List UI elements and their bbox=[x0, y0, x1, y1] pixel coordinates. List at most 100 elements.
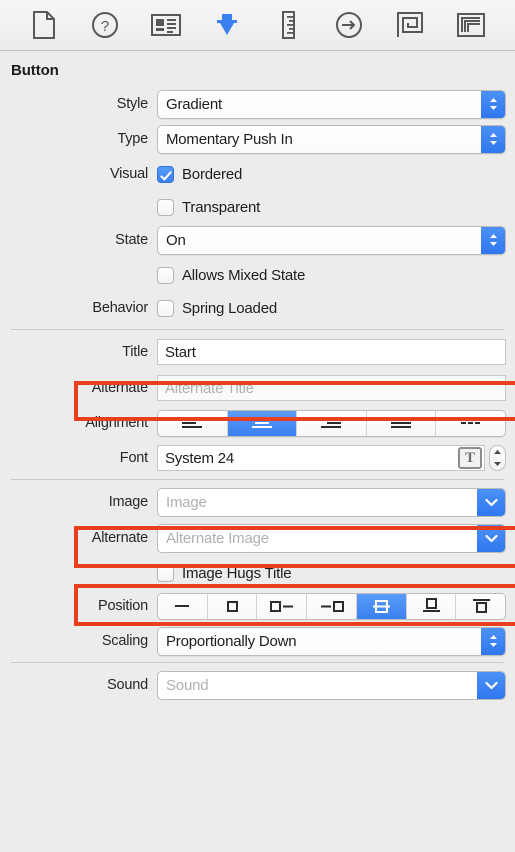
position-label: Position bbox=[98, 598, 148, 614]
chevron-updown-icon bbox=[481, 90, 505, 118]
align-left-icon[interactable] bbox=[158, 410, 227, 436]
row-position: Position bbox=[0, 591, 515, 621]
scaling-label: Scaling bbox=[101, 633, 148, 649]
allows-mixed-state-checkbox[interactable] bbox=[157, 266, 174, 284]
font-panel-glyph: T bbox=[464, 449, 475, 466]
style-value: Gradient bbox=[166, 95, 222, 113]
row-title: Title Start bbox=[0, 337, 515, 367]
sound-label: Sound bbox=[107, 677, 148, 693]
sound-combo-button[interactable]: Sound bbox=[157, 670, 506, 700]
image-hugs-title-checkbox-row[interactable]: Image Hugs Title bbox=[157, 564, 506, 582]
visual-label-spacer: . bbox=[0, 199, 157, 215]
sound-placeholder: Sound bbox=[166, 676, 209, 694]
position-segmented-control[interactable] bbox=[157, 592, 506, 620]
row-alignment: Alignment bbox=[0, 408, 515, 438]
position-image-right-icon[interactable] bbox=[306, 593, 356, 619]
row-style: Style Gradient bbox=[0, 89, 515, 119]
image-combo-button[interactable]: Image bbox=[157, 487, 506, 517]
position-title-only-icon[interactable] bbox=[158, 593, 207, 619]
position-image-left-icon[interactable] bbox=[256, 593, 307, 619]
spring-loaded-checkbox-row[interactable]: Spring Loaded bbox=[157, 299, 506, 317]
alternate-image-placeholder: Alternate Image bbox=[166, 529, 269, 547]
behavior-label: Behavior bbox=[92, 300, 148, 316]
image-placeholder: Image bbox=[166, 493, 207, 511]
state-popup-button[interactable]: On bbox=[157, 225, 506, 255]
align-natural-icon[interactable] bbox=[435, 410, 505, 436]
spring-loaded-label: Spring Loaded bbox=[182, 299, 277, 317]
file-inspector-icon[interactable] bbox=[24, 8, 64, 42]
quick-help-inspector-icon[interactable]: ? bbox=[85, 8, 125, 42]
font-panel-icon[interactable]: T bbox=[458, 447, 482, 469]
position-image-above-icon[interactable] bbox=[405, 593, 456, 619]
font-input[interactable]: System 24 T bbox=[157, 445, 485, 471]
connections-inspector-icon[interactable] bbox=[329, 8, 369, 42]
bordered-checkbox[interactable] bbox=[157, 165, 174, 183]
style-label: Style bbox=[116, 96, 148, 112]
size-inspector-icon[interactable] bbox=[268, 8, 308, 42]
row-font: Font System 24 T bbox=[0, 443, 515, 473]
alternate-title-label: Alternate bbox=[91, 380, 148, 396]
chevron-up-icon bbox=[494, 450, 501, 454]
scaling-popup-button[interactable]: Proportionally Down bbox=[157, 626, 506, 656]
chevron-down-icon[interactable] bbox=[477, 488, 505, 516]
transparent-checkbox[interactable] bbox=[157, 198, 174, 216]
image-hugs-title-checkbox[interactable] bbox=[157, 564, 174, 582]
row-image-hugs-title: . Image Hugs Title bbox=[0, 558, 515, 588]
view-effects-inspector-icon[interactable] bbox=[451, 8, 491, 42]
alternate-image-combo-button[interactable]: Alternate Image bbox=[157, 523, 506, 553]
allows-mixed-state-checkbox-row[interactable]: Allows Mixed State bbox=[157, 266, 506, 284]
alternate-title-placeholder: Alternate Title bbox=[165, 379, 254, 397]
scaling-value: Proportionally Down bbox=[166, 632, 297, 650]
separator bbox=[11, 662, 504, 663]
state-value: On bbox=[166, 231, 186, 249]
position-image-only-icon[interactable] bbox=[206, 593, 257, 619]
row-type: Type Momentary Push In bbox=[0, 124, 515, 154]
position-image-overlaps-icon[interactable] bbox=[355, 593, 406, 619]
visual-label: Visual bbox=[109, 166, 148, 182]
type-value: Momentary Push In bbox=[166, 130, 293, 148]
bordered-checkbox-row[interactable]: Bordered bbox=[157, 165, 506, 183]
row-image: Image Image bbox=[0, 487, 515, 517]
row-alternate-image: Alternate Alternate Image bbox=[0, 523, 515, 553]
page-title: Button bbox=[11, 62, 59, 79]
image-label: Image bbox=[108, 494, 149, 510]
separator bbox=[11, 479, 504, 480]
align-justify-icon[interactable] bbox=[365, 410, 436, 436]
transparent-label: Transparent bbox=[182, 198, 261, 216]
align-right-icon[interactable] bbox=[296, 410, 366, 436]
alternate-title-input[interactable]: Alternate Title bbox=[157, 375, 506, 401]
position-image-below-icon[interactable] bbox=[455, 593, 505, 619]
type-popup-button[interactable]: Momentary Push In bbox=[157, 124, 506, 154]
attributes-inspector-icon[interactable] bbox=[207, 8, 247, 42]
type-label: Type bbox=[117, 131, 148, 147]
font-label: Font bbox=[119, 450, 148, 466]
spring-loaded-checkbox[interactable] bbox=[157, 299, 174, 317]
image-hugs-title-label: Image Hugs Title bbox=[182, 564, 292, 582]
row-sound: Sound Sound bbox=[0, 670, 515, 700]
title-label: Title bbox=[122, 344, 148, 360]
font-size-stepper[interactable] bbox=[489, 445, 506, 471]
attributes-inspector-panel: Button Style Gradient Type Momentary Pus… bbox=[0, 51, 515, 852]
bordered-label: Bordered bbox=[182, 165, 243, 183]
separator bbox=[11, 329, 504, 330]
allows-mixed-state-label: Allows Mixed State bbox=[182, 266, 306, 284]
state-label: State bbox=[115, 232, 148, 248]
alignment-label: Alignment bbox=[85, 415, 148, 431]
chevron-updown-icon bbox=[481, 226, 505, 254]
row-visual-transparent: . Transparent bbox=[0, 192, 515, 222]
inspector-toolbar[interactable]: ? bbox=[0, 0, 515, 51]
chevron-down-icon[interactable] bbox=[477, 671, 505, 699]
row-behavior: Behavior Spring Loaded bbox=[0, 293, 515, 323]
alignment-segmented-control[interactable] bbox=[157, 409, 506, 437]
transparent-checkbox-row[interactable]: Transparent bbox=[157, 198, 506, 216]
row-allows-mixed-state: . Allows Mixed State bbox=[0, 260, 515, 290]
style-popup-button[interactable]: Gradient bbox=[157, 89, 506, 119]
font-value: System 24 bbox=[165, 449, 235, 467]
title-input[interactable]: Start bbox=[157, 339, 506, 365]
image-hugs-title-label-spacer: . bbox=[0, 565, 157, 581]
identity-inspector-icon[interactable] bbox=[146, 8, 186, 42]
bindings-inspector-icon[interactable] bbox=[390, 8, 430, 42]
chevron-updown-icon bbox=[481, 627, 505, 655]
align-center-icon[interactable] bbox=[226, 410, 297, 436]
chevron-down-icon[interactable] bbox=[477, 524, 505, 552]
